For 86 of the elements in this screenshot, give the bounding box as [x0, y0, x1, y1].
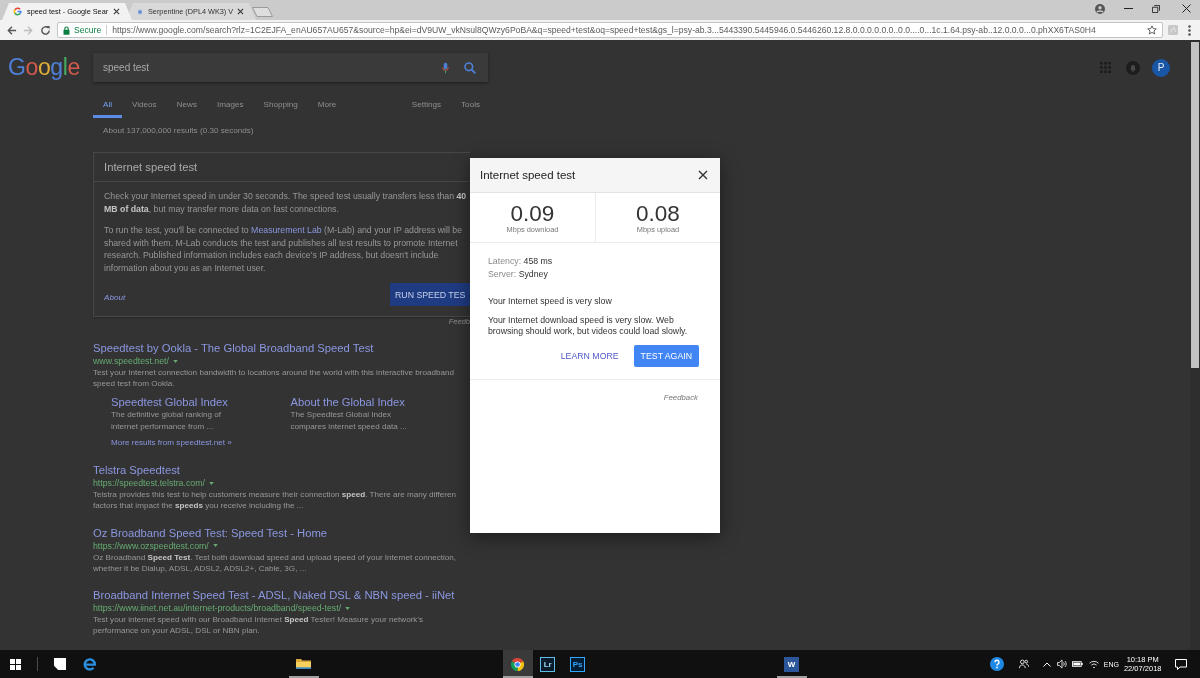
- url-text: https://www.google.com/search?rlz=1C2EJFA_enAU657AU657&source=hp&ei=dV9UW_vkNsul8QWzy6PoBA&q=speed+test&oq=speed+test&gs_l=psy-ab.3...5443390.5445946.0.5446260.12.8.0.0.0.0.0.0..0.0....0...1c.1.64.psy-ab..12.0.0.0...0.phXX6TAS0H4: [112, 25, 1096, 35]
- measurement-lab-link[interactable]: Measurement Lab: [251, 225, 322, 235]
- back-icon[interactable]: [6, 24, 17, 36]
- wifi-icon[interactable]: [1089, 659, 1100, 669]
- more-results-link[interactable]: More results from speedtest.net »: [111, 437, 232, 450]
- speed-verdict: Your Internet speed is very slow: [488, 295, 612, 308]
- close-icon[interactable]: [1182, 4, 1191, 13]
- latency-label: Latency:: [488, 256, 522, 266]
- search-field[interactable]: speed test: [93, 53, 488, 82]
- search-tab[interactable]: All: [93, 95, 122, 118]
- scrollbar[interactable]: [1190, 40, 1200, 650]
- close-icon[interactable]: [698, 170, 708, 180]
- result-url: https://www.ozspeedtest.com/: [93, 540, 209, 551]
- search-tab[interactable]: Images: [206, 95, 254, 118]
- folder-icon: [296, 658, 312, 670]
- google-logo[interactable]: Google: [8, 53, 82, 82]
- secure-label: Secure: [74, 25, 102, 35]
- taskbar-button[interactable]: Ps: [562, 650, 593, 678]
- g-logo-icon: [13, 7, 22, 16]
- asterisk-icon: [137, 8, 143, 15]
- result-title[interactable]: Oz Broadband Speed Test: Speed Test - Home: [93, 525, 328, 540]
- taskbar-button[interactable]: W: [776, 650, 807, 678]
- volume-icon[interactable]: [1057, 659, 1068, 669]
- chevron-up-icon[interactable]: [1043, 661, 1052, 667]
- note-icon: [54, 658, 66, 670]
- search-tab[interactable]: Videos: [122, 95, 167, 118]
- help-icon[interactable]: [990, 657, 1005, 671]
- result-snippet: Test your internet speed with our Broadband Internet Speed Tester! Measure your network's performance on your ADSL, DSL or NBN plan.: [93, 614, 423, 637]
- sitelink-description: The definitive global ranking of internet performance from ...: [111, 409, 221, 433]
- taskbar-button[interactable]: Lr: [532, 650, 563, 678]
- result-snippet: Test your Internet connection bandwidth to locations around the world with this interactive broadband speed test from Ookla.: [93, 367, 455, 390]
- caret-icon[interactable]: [172, 359, 178, 363]
- server-label: Server:: [488, 269, 517, 279]
- card-paragraph: To run the test, you'll be connected to Measurement Lab (M-Lab) and your IP address will be shared with them. M-Lab conducts the test and publishes all test results to promote Internet research. Published information includes each device's IP address, but doesn't include information about you as an Internet user.: [104, 224, 463, 274]
- menu-link[interactable]: Settings: [411, 95, 442, 118]
- four-panes-icon: [9, 658, 21, 670]
- microphone-icon[interactable]: [442, 61, 449, 74]
- caret-icon[interactable]: [345, 606, 351, 610]
- close-icon[interactable]: [113, 8, 120, 15]
- result-url: https://speedtest.telstra.com/: [93, 478, 205, 489]
- menu-link[interactable]: Tools: [461, 95, 480, 118]
- search-icon[interactable]: [464, 61, 476, 74]
- star-icon[interactable]: [1147, 25, 1157, 35]
- search-tab[interactable]: Shopping: [253, 95, 308, 118]
- learn-more-button[interactable]: LEARN MORE: [560, 351, 619, 361]
- test-again-button[interactable]: TEST AGAIN: [633, 345, 699, 367]
- notification-icon[interactable]: [1175, 658, 1187, 670]
- taskbar-button[interactable]: [502, 650, 533, 678]
- edge-icon: [83, 657, 97, 671]
- caret-icon[interactable]: [208, 481, 214, 485]
- result-title[interactable]: Broadband Internet Speed Test - ADSL, Naked DSL & NBN speed - iiNet: [93, 588, 455, 603]
- result-url: https://www.iinet.net.au/internet-products/broadband/speed-test/: [93, 603, 342, 614]
- sitelink-title[interactable]: About the Global Index: [290, 395, 405, 410]
- sitelink-description: The Speedtest Global Index compares internet speed data ...: [290, 409, 407, 433]
- card-title: Internet speed test: [104, 161, 198, 173]
- latency-value: 458 ms: [523, 256, 553, 266]
- close-icon[interactable]: [237, 8, 244, 15]
- about-link[interactable]: About: [104, 293, 126, 303]
- scrollbar-thumb[interactable]: [1191, 42, 1199, 368]
- chrome-icon: [510, 656, 526, 672]
- result-url: www.speedtest.net/: [93, 356, 169, 366]
- restore-icon[interactable]: [1152, 4, 1160, 13]
- result-stats: About 137,000,000 results (0.30 seconds): [103, 126, 254, 136]
- result-title[interactable]: Telstra Speedtest: [93, 463, 180, 478]
- lock-icon: [63, 25, 70, 35]
- account-avatar[interactable]: P: [1152, 58, 1170, 77]
- account-icon[interactable]: [1095, 3, 1105, 14]
- run-speed-test-button[interactable]: RUN SPEED TES: [390, 283, 470, 306]
- speed-detail: Your Internet download speed is very slow. Web browsing should work, but videos could load slowly.: [488, 315, 688, 336]
- speed-value: 0.09: [510, 201, 555, 226]
- result-title[interactable]: Speedtest by Ookla - The Global Broadband Speed Test: [93, 341, 374, 355]
- speed-value: 0.08: [636, 201, 680, 226]
- reload-icon[interactable]: [40, 24, 51, 36]
- server-value: Sydney: [518, 269, 548, 279]
- result-snippet: Telstra provides this test to help customers measure their connection speed. There are many differen factors that impact the speeds you receive including the ...: [93, 489, 456, 512]
- address-field[interactable]: [57, 22, 1163, 38]
- dialog-title: Internet speed test: [480, 169, 576, 181]
- result-snippet: Oz Broadband Speed Test. Test both download speed and upload speed of your Internet connection, whether it be Dialup, ADSL, ADSL2, ADSL2+, Cable, 3G, ...: [93, 551, 457, 575]
- battery-icon[interactable]: [1071, 660, 1083, 668]
- people-icon[interactable]: [1019, 659, 1030, 669]
- search-tab[interactable]: More: [307, 95, 347, 118]
- card-paragraph: Check your Internet speed in under 30 seconds. The speed test usually transfers less than 40 MB of data, but may transfer more data on fast connections.: [104, 190, 467, 215]
- menu-icon[interactable]: [1188, 24, 1191, 36]
- caret-icon[interactable]: [212, 544, 218, 548]
- sitelink-title[interactable]: Speedtest Global Index: [111, 395, 228, 410]
- search-tab[interactable]: News: [166, 95, 207, 118]
